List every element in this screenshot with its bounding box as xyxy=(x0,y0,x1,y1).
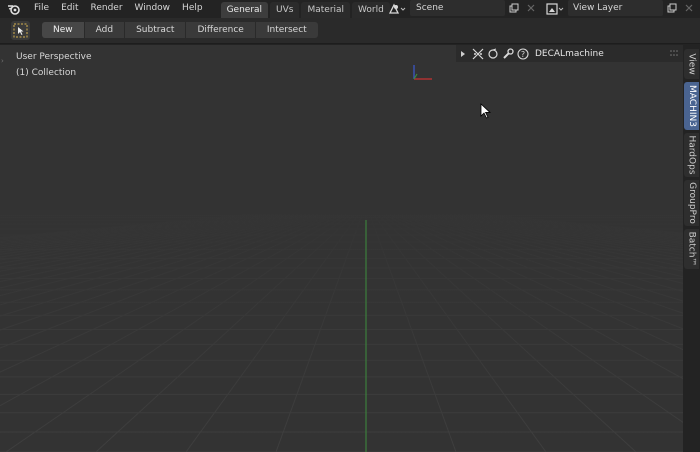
menu-window[interactable]: Window xyxy=(129,0,177,18)
decalmachine-panel-header[interactable]: ? DECALmachine xyxy=(456,45,683,62)
mode-subtract-button[interactable]: Subtract xyxy=(125,22,187,38)
tab-material[interactable]: Material xyxy=(301,2,351,18)
mode-difference-button[interactable]: Difference xyxy=(186,22,256,38)
sidebar-tabs: View MACHIN3 HardOps GroupPro Batch™ xyxy=(683,45,700,452)
toolbar-expand-icon[interactable]: › xyxy=(1,57,4,65)
perspective-label: User Perspective xyxy=(16,52,92,62)
mode-new-button[interactable]: New xyxy=(42,22,85,38)
scene-selector-icon[interactable] xyxy=(387,0,407,18)
help-icon[interactable]: ? xyxy=(516,47,530,61)
close-scene-icon[interactable] xyxy=(524,1,538,15)
scene-name-field[interactable]: Scene xyxy=(410,0,505,16)
3d-viewport[interactable]: › User Perspective (1) Collection xyxy=(0,45,683,452)
expand-triangle-icon[interactable] xyxy=(456,47,470,61)
axis-gizmo-icon[interactable] xyxy=(408,62,436,84)
menu-file[interactable]: File xyxy=(28,0,55,18)
collection-label: (1) Collection xyxy=(16,68,77,78)
sidebar-tab-batch[interactable]: Batch™ xyxy=(684,229,699,269)
floor-grid xyxy=(0,45,683,452)
workspace-tabs: General UVs Material World xyxy=(220,0,392,18)
panel-drag-handle-icon[interactable] xyxy=(669,49,679,57)
menu-render[interactable]: Render xyxy=(85,0,129,18)
blender-logo-icon[interactable] xyxy=(0,0,28,18)
copy-view-layer-icon[interactable] xyxy=(665,1,679,15)
decal-reload-icon[interactable] xyxy=(486,47,500,61)
boolean-mode-buttons: New Add Subtract Difference Intersect xyxy=(42,22,318,38)
sidebar-tab-grouppro[interactable]: GroupPro xyxy=(684,180,699,226)
sidebar-tab-view[interactable]: View xyxy=(684,49,699,79)
view-layer-name-field[interactable]: View Layer xyxy=(568,0,663,16)
wrench-icon[interactable] xyxy=(501,47,515,61)
mode-add-button[interactable]: Add xyxy=(84,22,126,38)
sidebar-tab-machin3[interactable]: MACHIN3 xyxy=(684,82,699,130)
tab-world[interactable]: World xyxy=(352,2,390,18)
tab-uvs[interactable]: UVs xyxy=(270,2,300,18)
close-view-layer-icon[interactable] xyxy=(682,1,696,15)
menu-help[interactable]: Help xyxy=(176,0,209,18)
decal-scatter-icon[interactable] xyxy=(471,47,485,61)
tab-general[interactable]: General xyxy=(220,2,269,18)
mouse-cursor-icon xyxy=(480,103,492,119)
copy-scene-icon[interactable] xyxy=(507,1,521,15)
svg-text:?: ? xyxy=(521,50,525,59)
select-box-tool-icon[interactable] xyxy=(11,21,30,40)
mode-intersect-button[interactable]: Intersect xyxy=(255,22,318,38)
view-layer-selector-icon[interactable] xyxy=(545,0,565,18)
menu-edit[interactable]: Edit xyxy=(55,0,84,18)
panel-title: DECALmachine xyxy=(535,48,604,59)
sidebar-tab-hardops[interactable]: HardOps xyxy=(684,133,699,177)
